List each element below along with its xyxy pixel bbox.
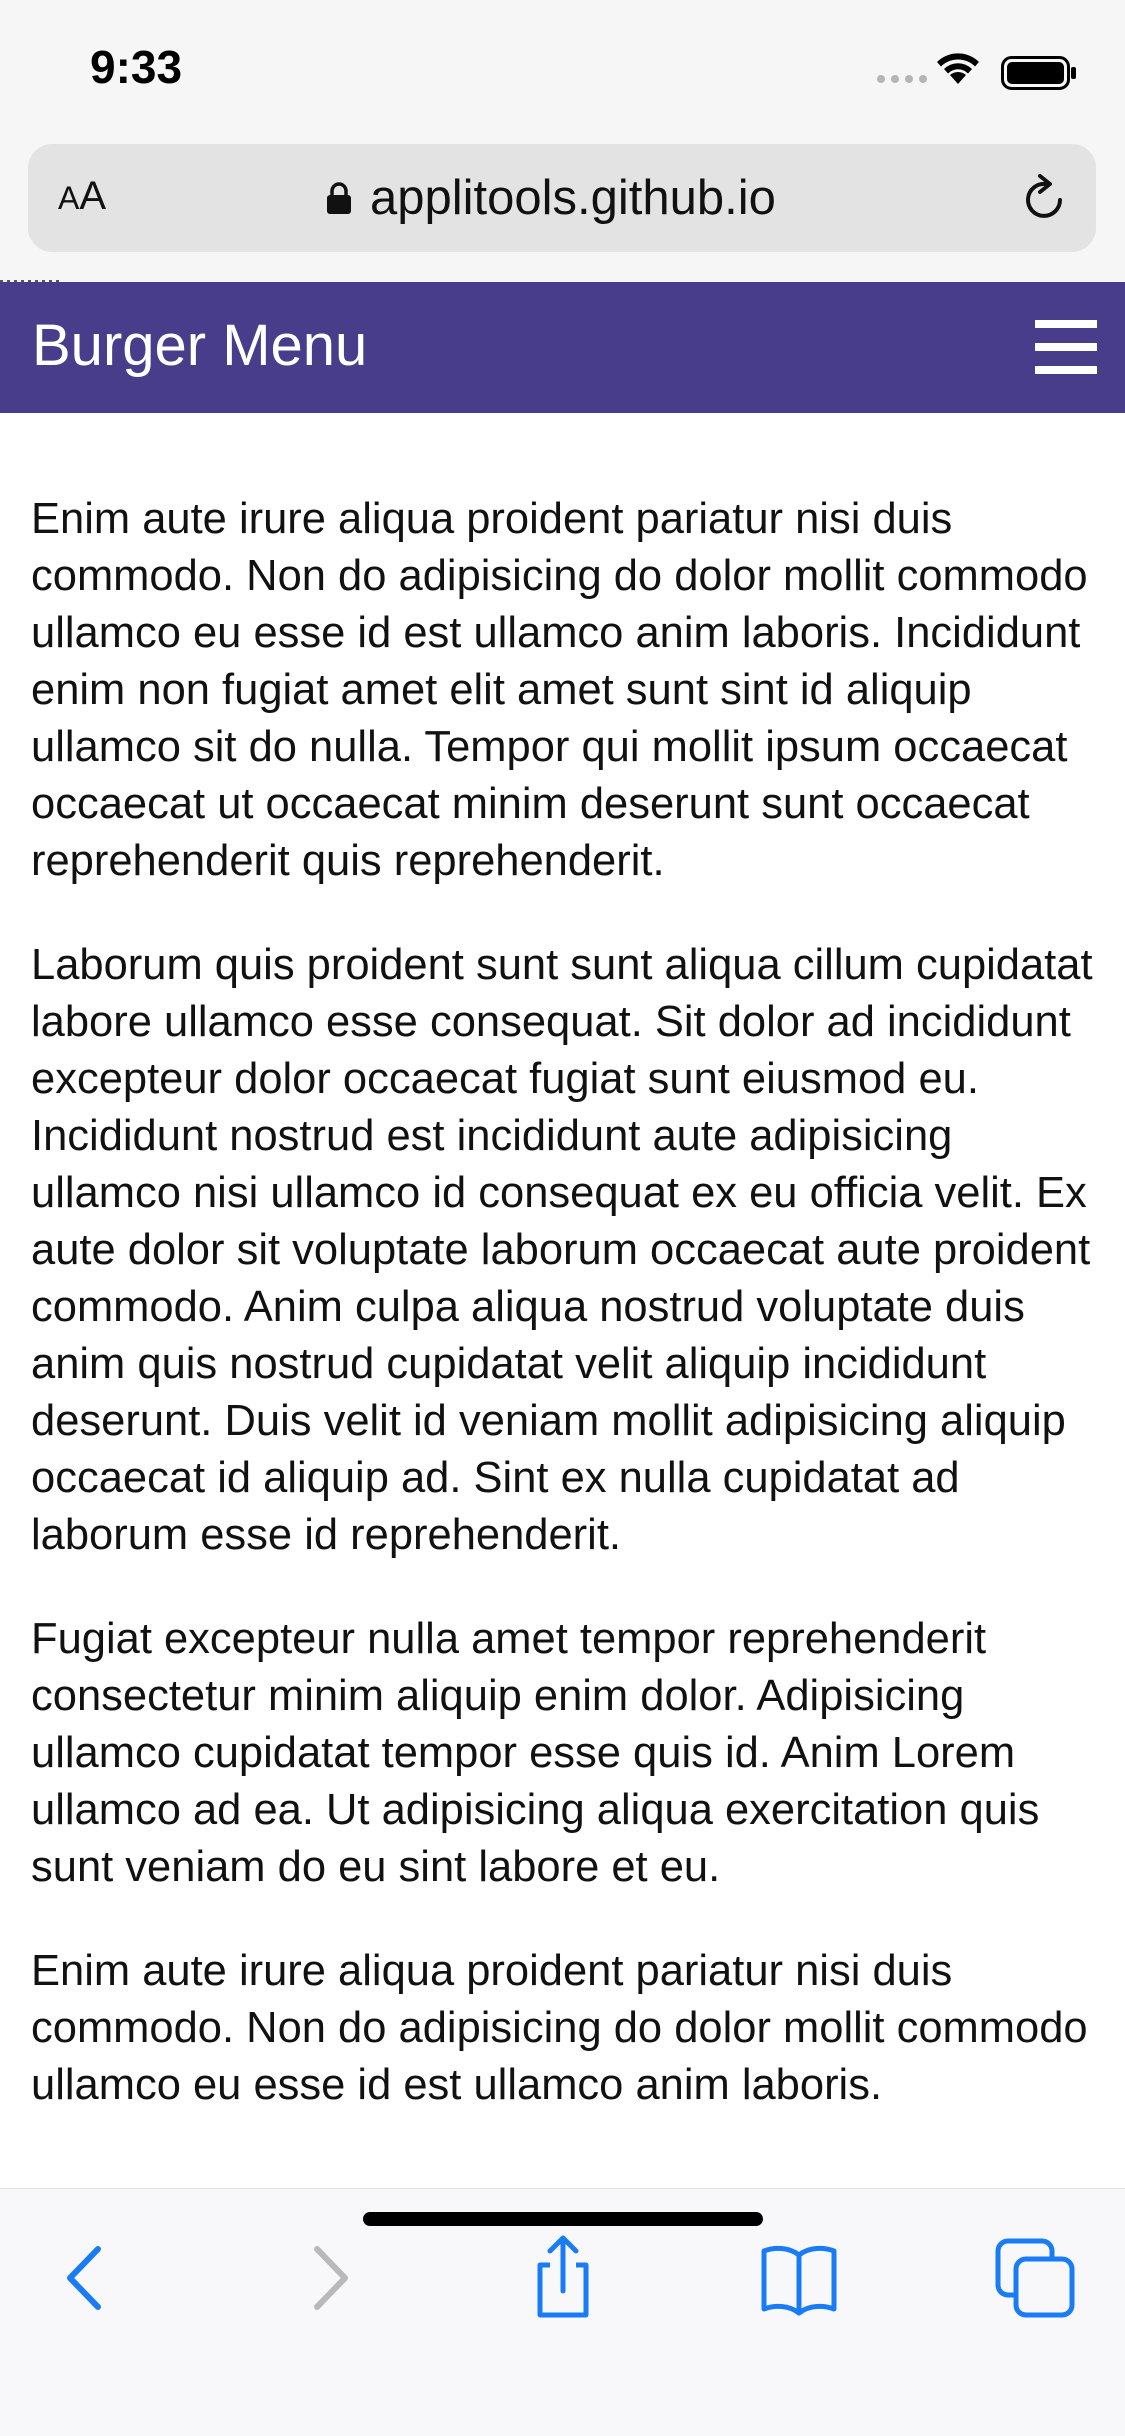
hamburger-line	[1035, 343, 1097, 351]
forward-icon[interactable]	[285, 2235, 371, 2321]
status-bar: 9:33	[0, 0, 1125, 140]
hamburger-line	[1035, 366, 1097, 374]
cellular-signal-icon	[877, 75, 927, 83]
content-paragraph: Enim aute irure aliqua proident pariatur…	[31, 1947, 1088, 2109]
home-indicator[interactable]	[363, 2212, 763, 2226]
content-paragraph: Laborum quis proident sunt sunt aliqua c…	[31, 941, 1093, 1559]
url-display[interactable]: applitools.github.io	[326, 168, 776, 228]
wifi-icon	[937, 53, 979, 84]
status-indicators	[817, 50, 1077, 90]
hamburger-line	[1035, 320, 1097, 328]
text-size-large-label: A	[79, 174, 107, 218]
tabs-icon[interactable]	[992, 2235, 1078, 2321]
share-icon[interactable]	[520, 2235, 606, 2321]
content-paragraph: Enim aute irure aliqua proident pariatur…	[31, 495, 1088, 885]
url-text: applitools.github.io	[370, 171, 776, 225]
hamburger-icon[interactable]	[1035, 318, 1097, 376]
lock-icon	[327, 182, 351, 214]
reload-icon[interactable]	[1020, 174, 1070, 228]
text-size-small-label: A	[58, 180, 80, 216]
main-content: Enim aute irure aliqua proident pariatur…	[0, 413, 1125, 2188]
site-header: Burger Menu	[0, 282, 1125, 413]
browser-chrome: AA applitools.github.io	[0, 140, 1125, 284]
back-icon[interactable]	[44, 2235, 130, 2321]
page-title: Burger Menu	[32, 313, 368, 378]
bookmarks-icon[interactable]	[756, 2235, 842, 2321]
text-size-button[interactable]: AA	[58, 174, 106, 219]
content-paragraph: Fugiat excepteur nulla amet tempor repre…	[31, 1615, 1040, 1891]
battery-icon	[1001, 56, 1076, 90]
address-bar[interactable]: AA applitools.github.io	[28, 144, 1096, 252]
status-time: 9:33	[90, 41, 183, 93]
